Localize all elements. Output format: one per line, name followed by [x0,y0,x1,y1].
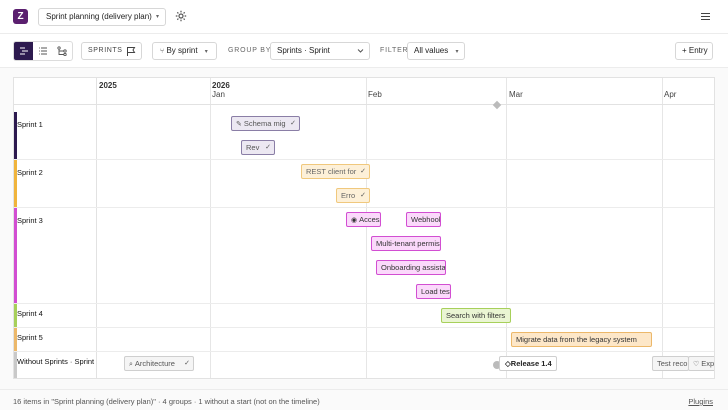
view-mode-switch [13,41,73,61]
hierarchy-view-button[interactable] [53,42,72,60]
tag-icon: ✎ [236,121,242,128]
item-label: Load test [421,287,451,296]
check-icon: ✓ [360,192,366,199]
plugins-link[interactable]: Plugins [688,397,713,406]
top-bar: Z Sprint planning (delivery plan) ▾ [0,0,728,34]
group-by-select[interactable]: Sprints · Sprint [270,42,370,60]
group-row: Sprint 4 [14,304,714,328]
timeline-view-button[interactable] [14,42,34,60]
search-icon: ⌕ [129,361,133,368]
flag-icon [127,47,136,56]
branch-icon: ⑂ [160,48,165,55]
month-label: Mar [509,90,523,99]
timeline-item[interactable]: ♡ Expl [688,356,715,371]
timeline-item[interactable]: Migrate data from the legacy system [511,332,652,347]
group-by-label: GROUP BY [228,47,272,54]
sprints-button[interactable]: SPRINTS [81,42,142,60]
timeline-item[interactable]: Test reco [652,356,689,371]
view-name: Sprint planning (delivery plan) [46,12,152,21]
hamburger-menu-icon[interactable] [700,11,711,22]
filter-value: All values [414,46,449,55]
caret-down-icon: ▾ [204,49,208,55]
item-label: Test reco [657,359,688,368]
caret-down-icon: ▾ [455,49,459,55]
item-label: Migrate data from the legacy system [516,335,637,344]
item-label: REST client for [306,167,357,176]
add-entry-button[interactable]: + Entry [675,42,713,60]
caret-down-icon: ▾ [155,14,159,20]
month-label: Apr [664,90,677,99]
filter-button[interactable]: All values ▾ [407,42,465,60]
add-entry-label: + Entry [682,46,708,55]
gear-icon[interactable] [175,10,187,22]
group-row: Without Sprints · Sprint [14,352,714,378]
by-sprint-label: By sprint [166,46,198,55]
item-label: Multi-tenant permiss [376,239,441,248]
milestone[interactable]: ◇Release 1.4 [499,356,557,371]
check-icon: ✓ [184,360,190,367]
timeline-item[interactable]: Multi-tenant permiss [371,236,441,251]
timeline-item[interactable]: Onboarding assistan [376,260,446,275]
filter-label: FILTER [380,47,409,54]
year-label: 2026 [212,81,230,90]
check-icon: ✓ [360,168,366,175]
item-label: Access [359,215,381,224]
eye-icon: ◉ [351,217,358,224]
item-label: Erro [341,191,356,200]
list-view-button[interactable] [33,42,52,60]
year-label: 2025 [99,81,117,90]
timeline-item[interactable]: Webhook [406,212,441,227]
group-name[interactable]: Without Sprints · Sprint [17,357,94,366]
list-icon [38,47,47,55]
item-label: Expl [701,359,715,368]
timeline-item[interactable]: Load test [416,284,451,299]
toolbar: SPRINTS ⑂ By sprint ▾ GROUP BY Sprints ·… [0,34,728,68]
group-by-value: Sprints · Sprint [277,46,330,55]
check-icon: ✓ [265,144,271,151]
timeline-item[interactable]: ✎ Schema mig ✓ [231,116,300,131]
item-label: Search with filters [446,311,506,320]
check-icon: ✓ [290,120,296,127]
hierarchy-icon [57,46,67,56]
chevron-down-icon [357,49,364,53]
timeline-icon [19,47,28,55]
month-label: Feb [368,90,382,99]
group-name[interactable]: Sprint 2 [17,168,43,177]
milestone-label: Release 1.4 [510,359,552,368]
item-label: Webhook [411,215,441,224]
timeline-item[interactable]: REST client for ✓ [301,164,370,179]
status-bar: 16 items in "Sprint planning (delivery p… [0,389,728,410]
timeline: 2025 2026 Jan Feb Mar Apr Sprint 1 Sprin… [13,77,715,379]
app-logo[interactable]: Z [13,9,28,24]
group-name[interactable]: Sprint 5 [17,333,43,342]
item-label: Onboarding assistan [381,263,446,272]
timeline-item[interactable]: Search with filters [441,308,511,323]
month-label: Jan [212,90,225,99]
timeline-item[interactable]: ◉ Access [346,212,381,227]
group-row: Sprint 1 [14,112,714,160]
item-label: Architecture [134,359,175,368]
timeline-item[interactable]: Erro ✓ [336,188,370,203]
timeline-item[interactable]: Rev ✓ [241,140,275,155]
by-sprint-button[interactable]: ⑂ By sprint ▾ [152,42,217,60]
group-name[interactable]: Sprint 1 [17,120,43,129]
bulb-icon: ♡ [693,361,700,368]
group-name[interactable]: Sprint 4 [17,309,43,318]
group-name[interactable]: Sprint 3 [17,216,43,225]
view-selector[interactable]: Sprint planning (delivery plan) ▾ [38,8,166,26]
timeline-header: 2025 2026 Jan Feb Mar Apr [14,78,714,105]
item-label: Rev [246,143,260,152]
status-text: 16 items in "Sprint planning (delivery p… [13,397,320,406]
item-label: Schema mig [243,119,286,128]
sprints-label: SPRINTS [88,47,123,54]
timeline-item[interactable]: ⌕ Architecture ✓ [124,356,194,371]
